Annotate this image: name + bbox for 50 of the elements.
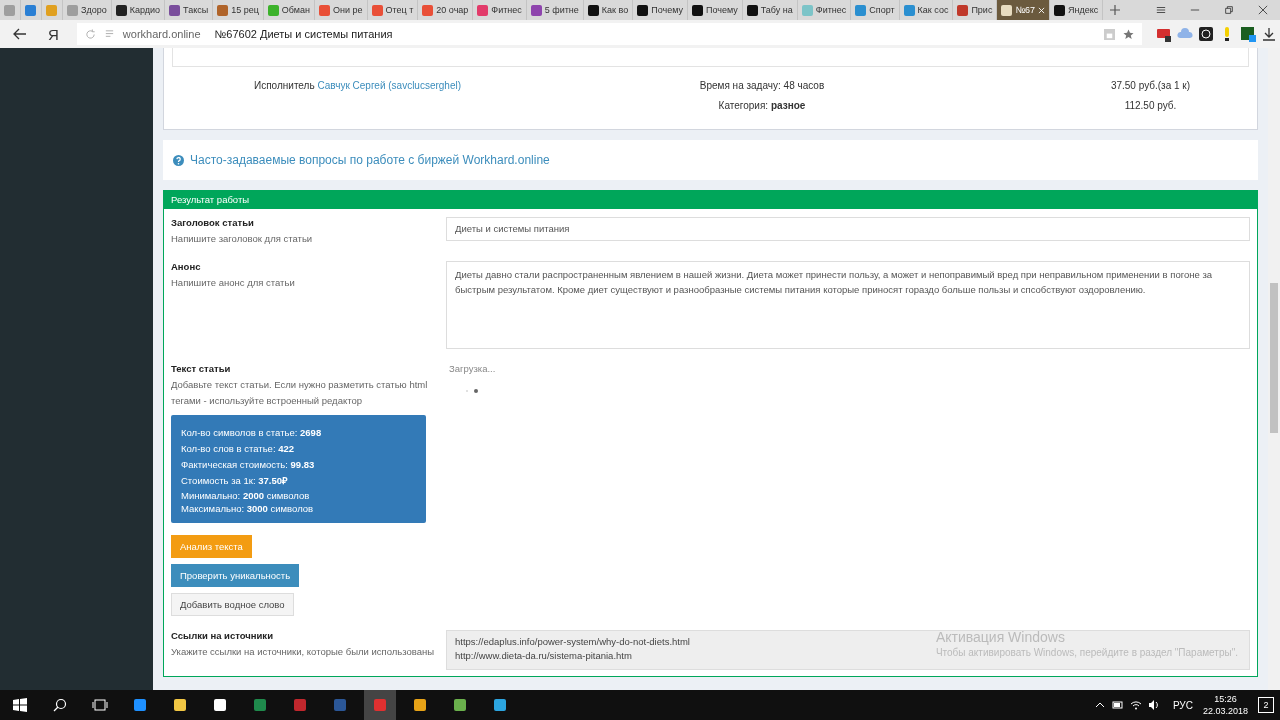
stat-text: Максимально: 3000 символов xyxy=(181,502,315,515)
time-text: Время на задачу: 48 часов xyxy=(698,79,826,91)
field-label: Ссылки на источники xyxy=(171,630,274,641)
field-hint: Укажите ссылки на источники, которые были использованы xyxy=(171,645,436,659)
restore-icon[interactable] xyxy=(1224,5,1234,15)
battery-icon[interactable] xyxy=(1111,699,1124,711)
wifi-icon[interactable] xyxy=(1129,699,1142,711)
extension-icon[interactable] xyxy=(1155,26,1172,42)
page-icon xyxy=(103,28,115,40)
executor-text: Исполнитель Савчук Сергей (savclucserghel) xyxy=(253,79,463,91)
stat-text: Минимально: 2000 символов xyxy=(181,489,311,502)
field-label: Заголовок статьи xyxy=(171,217,255,228)
help-icon xyxy=(173,154,184,166)
action-button[interactable]: Добавить водное слово xyxy=(171,593,294,616)
extension-icon[interactable] xyxy=(1197,26,1214,42)
field-hint: Добавьте текст статьи. Если нужно разметить статью html тегами - используйте встроенный редактор xyxy=(171,378,429,408)
download-icon[interactable] xyxy=(1260,26,1277,42)
field-label: Анонс xyxy=(171,261,202,272)
scrollbar[interactable] xyxy=(1268,48,1280,690)
back-icon[interactable] xyxy=(12,26,28,42)
stat-text: Кол-во символов в статье: 2698 xyxy=(181,426,323,440)
title-field[interactable]: Диеты и системы питания xyxy=(446,217,1250,241)
notification-button[interactable]: 2 xyxy=(1258,697,1274,713)
executor-link[interactable]: Савчук Сергей (savclucserghel) xyxy=(317,79,462,91)
faq-link[interactable]: Часто-задаваемые вопросы по работе с биржей Workhard.online xyxy=(190,153,550,167)
browser-tab[interactable]: №67 xyxy=(997,0,1051,20)
field-label: Текст статьи xyxy=(171,363,232,374)
menu-icon[interactable] xyxy=(1156,5,1166,15)
close-icon[interactable] xyxy=(1258,5,1268,15)
star-icon[interactable] xyxy=(1122,28,1134,40)
browser-logo[interactable]: Я xyxy=(48,25,59,43)
address-field[interactable]: workhard.online №67602 Диеты и системы питания xyxy=(76,23,1142,45)
price-text: 37.50 руб.(за 1 к) xyxy=(1109,79,1192,91)
panel-header: Результат работы xyxy=(164,190,1257,209)
clock[interactable]: 15:26 22.03.2018 xyxy=(1202,693,1248,717)
speaker-icon[interactable] xyxy=(1147,699,1160,711)
field-hint: Напишите заголовок для статьи xyxy=(171,232,314,246)
stat-text: Стоимость за 1к: 37.50₽ xyxy=(181,474,289,488)
action-button[interactable]: Проверить уникальность xyxy=(171,564,300,587)
stat-text: Фактическая стоимость: 99.83 xyxy=(181,458,316,472)
loading-text: Загрузка... xyxy=(448,363,497,374)
total-text: 112.50 руб. xyxy=(1123,99,1178,111)
extension-icon[interactable] xyxy=(1239,26,1256,42)
stat-text: Кол-во слов в статье: 422 xyxy=(181,442,296,456)
new-tab-icon[interactable] xyxy=(1109,4,1122,16)
announce-field[interactable]: Диеты давно стали распространенным явлением в нашей жизни. Диета может принести пользу, а может и непоправимый вред при неправильном применении в погоне за быстрым результатом. Кроме диет существуют и разнообразные системы питания которые приносят гораздо больше пользы и спсобствуют оздоровлению. xyxy=(446,261,1250,349)
category-text: Категория: разное xyxy=(717,99,807,111)
field-hint: Напишите анонс для статьи xyxy=(171,276,296,290)
language-indicator[interactable]: РУС xyxy=(1172,699,1193,711)
loading-icon xyxy=(464,388,480,394)
